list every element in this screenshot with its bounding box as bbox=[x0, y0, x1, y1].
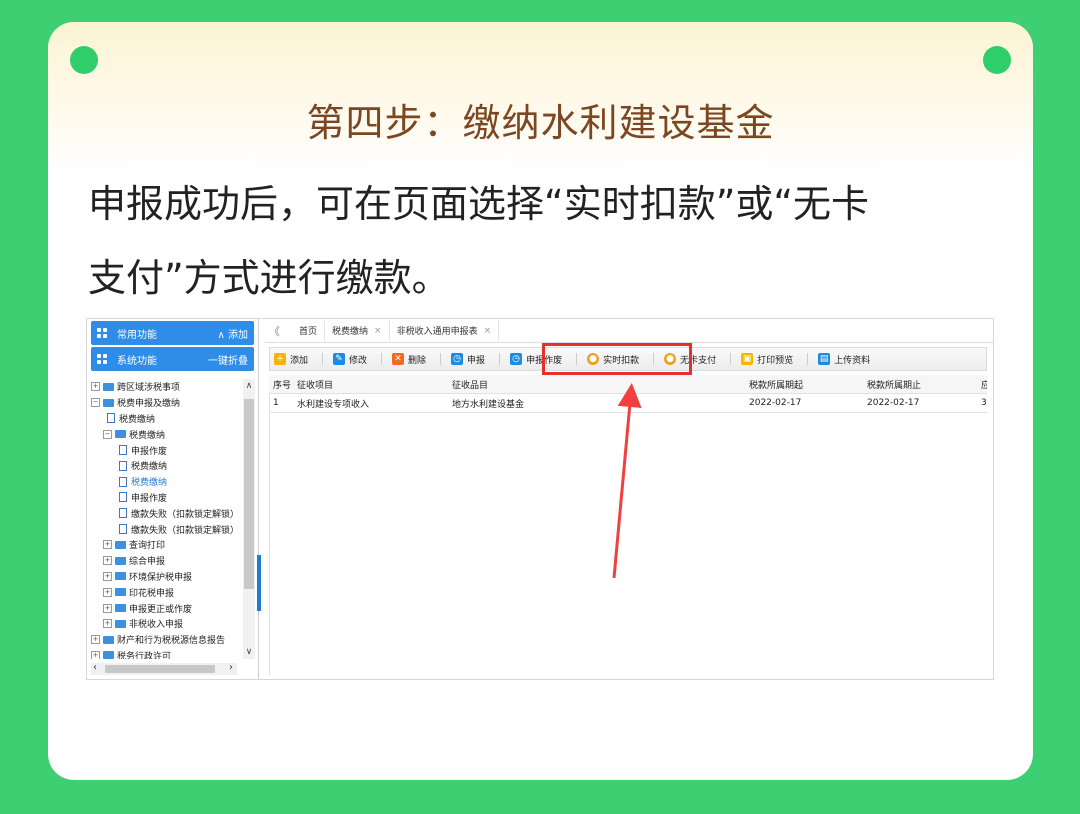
arrow-annotation bbox=[612, 383, 642, 579]
red-arrow bbox=[612, 383, 642, 579]
instruction-card: 第四步：缴纳水利建设基金 申报成功后，可在页面选择“实时扣款”或“无卡 支付”方… bbox=[48, 22, 1033, 780]
